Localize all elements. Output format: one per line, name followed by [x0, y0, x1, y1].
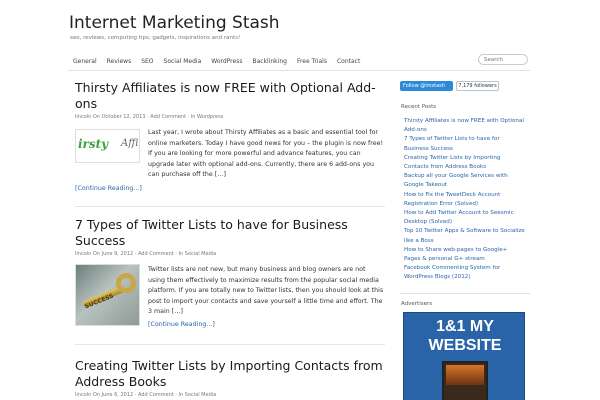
- main-nav: General Reviews SEO Social Media WordPre…: [68, 54, 530, 68]
- recent-post-link[interactable]: Top 10 Twitter Apps & Software to Social…: [404, 227, 532, 236]
- post-thumbnail[interactable]: SUCCESS: [75, 264, 140, 326]
- nav-item-general[interactable]: General: [68, 58, 102, 65]
- add-comment-link[interactable]: Add Comment: [138, 392, 174, 398]
- post-date: On June 6, 2012: [92, 392, 134, 398]
- recent-post-link[interactable]: Add-ons: [404, 126, 532, 135]
- post-excerpt: Twitter lists are not new, but many busi…: [148, 266, 384, 316]
- nav-item-backlinking[interactable]: Backlinking: [247, 58, 291, 65]
- recent-post-link[interactable]: Creating Twitter Lists by Importing: [404, 154, 532, 163]
- post-title[interactable]: 7 Types of Twitter Lists to have for Bus…: [75, 217, 385, 249]
- recent-post-link[interactable]: How to Add Twitter Account to Seesmic: [404, 209, 532, 218]
- add-comment-link[interactable]: Add Comment: [138, 251, 174, 257]
- twitter-follower-count[interactable]: 7,179 followers: [456, 81, 499, 91]
- recent-post-link[interactable]: Thirsty Affiliates is now FREE with Opti…: [404, 117, 532, 126]
- recent-post-link[interactable]: Contacts from Address Books: [404, 163, 532, 172]
- post-meta: lincoln On October 12, 2013 · Add Commen…: [75, 114, 224, 120]
- nav-item-contact[interactable]: Contact: [332, 58, 365, 65]
- recent-post-link[interactable]: Desktop (Solved): [404, 218, 532, 227]
- post-author[interactable]: lincoln: [75, 114, 91, 120]
- nav-item-seo[interactable]: SEO: [136, 58, 158, 65]
- nav-divider: [68, 70, 530, 71]
- recent-post-link[interactable]: How to Share web-pages to Google+: [404, 246, 532, 255]
- add-comment-link[interactable]: Add Comment: [150, 114, 186, 120]
- recent-post-link[interactable]: 7 Types of Twitter Lists to have for: [404, 135, 532, 144]
- post-meta: lincoln On June 6, 2012 · Add Comment · …: [75, 392, 217, 398]
- thumbnail-logo-text: Affili: [121, 138, 139, 149]
- key-image: [116, 273, 136, 293]
- search-input[interactable]: [478, 54, 528, 65]
- nav-item-social-media[interactable]: Social Media: [159, 58, 207, 65]
- twitter-follow-button[interactable]: Follow @imstash: [400, 81, 453, 91]
- recent-post-link[interactable]: Facebook Commenting System for: [404, 264, 532, 273]
- post-thumbnail[interactable]: irsty Affili: [75, 129, 140, 163]
- recent-post-link[interactable]: WordPress Blogs (2012): [404, 273, 532, 282]
- post-category[interactable]: In Social Media: [179, 251, 217, 257]
- thumbnail-logo-text: irsty: [78, 137, 109, 151]
- nav-item-wordpress[interactable]: WordPress: [206, 58, 247, 65]
- nav-item-free-trials[interactable]: Free Trials: [292, 58, 332, 65]
- post-author[interactable]: lincoln: [75, 251, 91, 257]
- post-excerpt: Last year, I wrote about Thirsty Affilia…: [148, 129, 383, 179]
- post-title[interactable]: Thirsty Affiliates is now FREE with Opti…: [75, 80, 385, 112]
- recent-post-link[interactable]: Pages & personal G+ stream: [404, 255, 532, 264]
- ad-device-image: [442, 361, 488, 400]
- post-title[interactable]: Creating Twitter Lists by Importing Cont…: [75, 358, 385, 390]
- recent-post-link[interactable]: Backup all your Google Services with: [404, 172, 532, 181]
- recent-post-link[interactable]: How to Fix the TweetDeck Account: [404, 191, 532, 200]
- recent-post-link[interactable]: Business Success: [404, 145, 532, 154]
- post-meta: lincoln On June 9, 2012 · Add Comment · …: [75, 251, 217, 257]
- nav-item-reviews[interactable]: Reviews: [102, 58, 137, 65]
- ad-headline: WEBSITE: [428, 337, 502, 354]
- advertisers-heading: Advertisers: [401, 301, 433, 307]
- continue-reading-link[interactable]: [Continue Reading...]: [148, 321, 215, 328]
- site-title[interactable]: Internet Marketing Stash: [69, 13, 280, 33]
- ad-headline: 1&1 MY: [436, 318, 494, 335]
- post-category[interactable]: In Social Media: [179, 392, 217, 398]
- site-tagline: seo, reviews, computing tips, gadgets, i…: [70, 35, 241, 41]
- post-date: On June 9, 2012: [92, 251, 134, 257]
- sidebar-divider: [400, 293, 530, 294]
- recent-post-link[interactable]: like a Boss: [404, 237, 532, 246]
- recent-post-link[interactable]: Registration Error (Solved): [404, 200, 532, 209]
- recent-post-link[interactable]: Google Takeout: [404, 181, 532, 190]
- recent-posts-heading: Recent Posts: [401, 104, 437, 110]
- post-date: On October 12, 2013: [92, 114, 146, 120]
- recent-posts-list: Thirsty Affiliates is now FREE with Opti…: [404, 117, 532, 283]
- post-divider: [75, 206, 385, 207]
- ad-device-screen: [446, 365, 484, 385]
- post-author[interactable]: lincoln: [75, 392, 91, 398]
- post-category[interactable]: In Wordpress: [191, 114, 224, 120]
- continue-reading-link[interactable]: [Continue Reading...]: [75, 185, 142, 192]
- post-divider: [75, 344, 385, 345]
- advertisement-banner[interactable]: 1&1 MY WEBSITE: [403, 312, 525, 400]
